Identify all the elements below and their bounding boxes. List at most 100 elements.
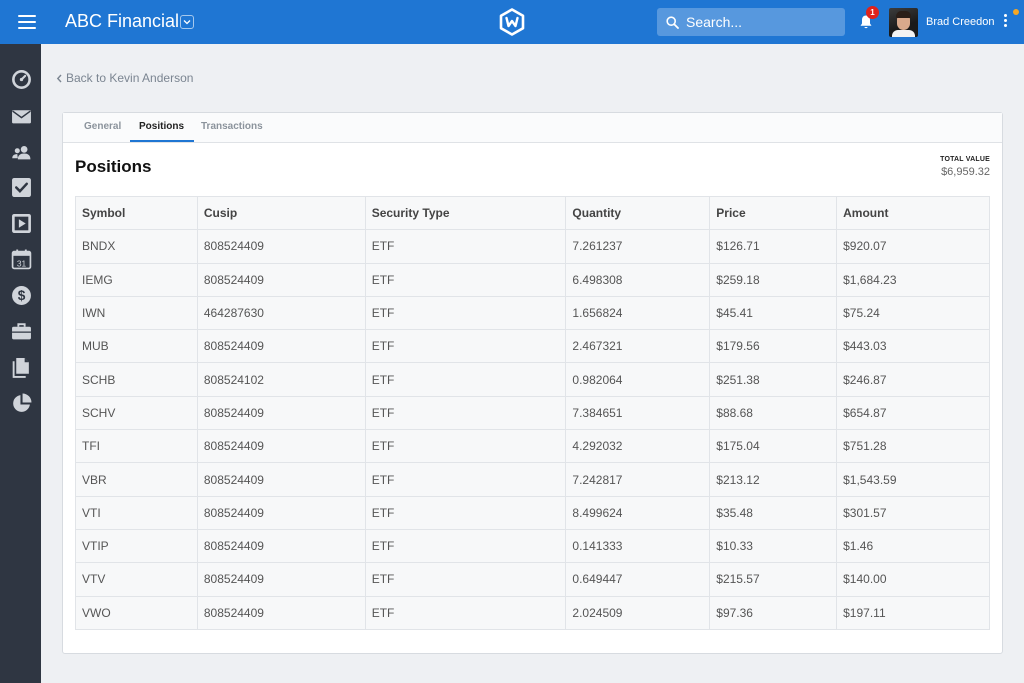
brand-logo-icon[interactable] — [498, 8, 526, 36]
cell-amount: $751.28 — [836, 429, 990, 464]
pie-chart-icon[interactable] — [10, 392, 32, 414]
avatar[interactable] — [889, 8, 918, 37]
cell-price: $35.48 — [709, 495, 838, 530]
users-icon[interactable] — [10, 141, 32, 163]
table-header-row: Symbol Cusip Security Type Quantity Pric… — [75, 195, 990, 231]
calendar-icon[interactable]: 31 — [10, 248, 32, 270]
table-row[interactable]: VTIP 808524409 ETF 0.141333 $10.33 $1.46 — [75, 528, 990, 564]
search-input[interactable] — [686, 14, 836, 30]
cell-symbol: MUB — [75, 329, 198, 364]
dollar-icon[interactable]: $ — [10, 284, 32, 306]
table-row[interactable]: VBR 808524409 ETF 7.242817 $213.12 $1,543.59 — [75, 462, 990, 497]
cell-amount: $1,543.59 — [836, 462, 990, 497]
cell-symbol: IEMG — [75, 262, 198, 297]
table-row[interactable]: MUB 808524409 ETF 2.467321 $179.56 $443.03 — [75, 329, 990, 364]
cell-symbol: IWN — [75, 295, 198, 331]
cell-quantity: 2.467321 — [565, 329, 711, 364]
video-icon[interactable] — [10, 212, 32, 234]
app-title[interactable]: ABC Financial — [65, 11, 179, 32]
column-header-cusip[interactable]: Cusip — [196, 195, 366, 231]
tab-positions[interactable]: Positions — [139, 121, 184, 132]
cell-amount: $1,684.23 — [836, 262, 990, 297]
column-header-security-type[interactable]: Security Type — [364, 195, 567, 231]
tab-transactions[interactable]: Transactions — [201, 121, 263, 132]
cell-amount: $920.07 — [836, 229, 990, 264]
table-row[interactable]: VWO 808524409 ETF 2.024509 $97.36 $197.11 — [75, 595, 990, 630]
app-switcher-dropdown[interactable] — [180, 15, 194, 29]
table-row[interactable]: SCHB 808524102 ETF 0.982064 $251.38 $246.87 — [75, 362, 990, 397]
table-row[interactable]: IEMG 808524409 ETF 6.498308 $259.18 $1,684.23 — [75, 262, 990, 297]
cell-symbol: VTI — [75, 495, 198, 530]
user-name[interactable]: Brad Creedon — [926, 16, 995, 28]
cell-cusip: 808524409 — [196, 528, 366, 564]
menu-icon[interactable] — [18, 15, 36, 29]
cell-price: $215.57 — [709, 562, 838, 597]
svg-text:$: $ — [17, 288, 25, 303]
tasks-icon[interactable] — [10, 176, 32, 198]
cell-cusip: 808524409 — [196, 395, 366, 431]
search-box[interactable] — [657, 8, 845, 36]
cell-symbol: TFI — [75, 429, 198, 464]
cell-security-type: ETF — [364, 528, 567, 564]
cell-amount: $443.03 — [836, 329, 990, 364]
chevron-left-icon — [56, 74, 62, 82]
cell-symbol: SCHV — [75, 395, 198, 431]
cell-security-type: ETF — [364, 562, 567, 597]
cell-quantity: 2.024509 — [565, 595, 711, 630]
cell-security-type: ETF — [364, 362, 567, 397]
documents-icon[interactable] — [10, 356, 32, 378]
cell-quantity: 8.499624 — [565, 495, 711, 530]
cell-amount: $301.57 — [836, 495, 990, 530]
briefcase-icon[interactable] — [10, 320, 32, 342]
cell-price: $97.36 — [709, 595, 838, 630]
cell-security-type: ETF — [364, 229, 567, 264]
cell-symbol: BNDX — [75, 229, 198, 264]
tab-general[interactable]: General — [84, 121, 121, 132]
cell-price: $175.04 — [709, 429, 838, 464]
back-link[interactable]: Back to Kevin Anderson — [56, 71, 193, 85]
more-options-icon[interactable] — [1004, 14, 1008, 30]
table-row[interactable]: IWN 464287630 ETF 1.656824 $45.41 $75.24 — [75, 295, 990, 331]
cell-security-type: ETF — [364, 395, 567, 431]
column-header-amount[interactable]: Amount — [836, 195, 990, 231]
cell-symbol: SCHB — [75, 362, 198, 397]
cell-quantity: 0.141333 — [565, 528, 711, 564]
page-title: Positions — [75, 157, 152, 176]
cell-cusip: 808524409 — [196, 429, 366, 464]
cell-quantity: 0.649447 — [565, 562, 711, 597]
column-header-quantity[interactable]: Quantity — [565, 195, 711, 231]
cell-amount: $1.46 — [836, 528, 990, 564]
column-header-symbol[interactable]: Symbol — [75, 195, 198, 231]
tab-bar: General Positions Transactions — [63, 113, 1002, 143]
positions-card: General Positions Transactions Positions… — [62, 112, 1003, 654]
table-row[interactable]: BNDX 808524409 ETF 7.261237 $126.71 $920.07 — [75, 229, 990, 264]
active-tab-indicator — [130, 140, 194, 142]
column-header-price[interactable]: Price — [709, 195, 838, 231]
cell-security-type: ETF — [364, 429, 567, 464]
table-row[interactable]: VTV 808524409 ETF 0.649447 $215.57 $140.00 — [75, 562, 990, 597]
table-row[interactable]: SCHV 808524409 ETF 7.384651 $88.68 $654.87 — [75, 395, 990, 431]
dashboard-icon[interactable] — [10, 68, 32, 90]
cell-amount: $654.87 — [836, 395, 990, 431]
cell-security-type: ETF — [364, 295, 567, 331]
cell-cusip: 808524409 — [196, 229, 366, 264]
table-row[interactable]: TFI 808524409 ETF 4.292032 $175.04 $751.28 — [75, 429, 990, 464]
cell-symbol: VBR — [75, 462, 198, 497]
cell-quantity: 0.982064 — [565, 362, 711, 397]
cell-cusip: 808524102 — [196, 362, 366, 397]
table-row[interactable]: VTI 808524409 ETF 8.499624 $35.48 $301.57 — [75, 495, 990, 530]
sidebar: 31 $ — [0, 44, 41, 683]
cell-price: $126.71 — [709, 229, 838, 264]
cell-quantity: 7.242817 — [565, 462, 711, 497]
cell-quantity: 4.292032 — [565, 429, 711, 464]
cell-security-type: ETF — [364, 329, 567, 364]
total-value-label: TOTAL VALUE — [940, 156, 990, 163]
cell-price: $88.68 — [709, 395, 838, 431]
cell-price: $213.12 — [709, 462, 838, 497]
cell-price: $251.38 — [709, 362, 838, 397]
mail-icon[interactable] — [10, 105, 32, 127]
calendar-day: 31 — [16, 258, 26, 268]
chevron-down-icon — [183, 20, 191, 25]
cell-security-type: ETF — [364, 495, 567, 530]
cell-price: $179.56 — [709, 329, 838, 364]
